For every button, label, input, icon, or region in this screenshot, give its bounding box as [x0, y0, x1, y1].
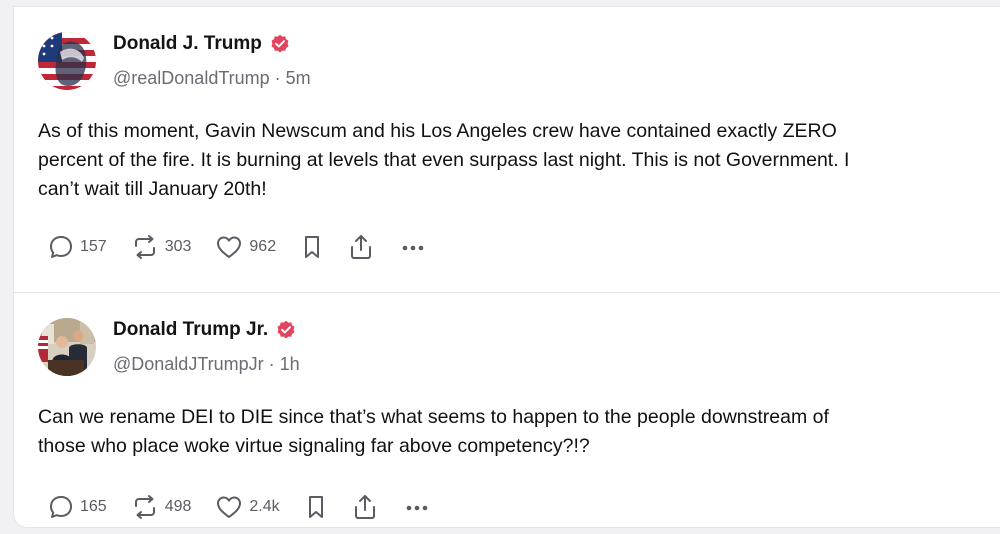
post-text-line: Can we rename DEI to DIE since that’s wh… — [38, 406, 829, 428]
more-icon — [402, 245, 424, 251]
share-icon — [354, 495, 375, 519]
separator-dot: · — [263, 354, 280, 374]
repost-button[interactable]: 498 — [131, 494, 192, 520]
like-count: 2.4k — [249, 498, 280, 515]
bookmark-icon — [308, 496, 323, 518]
more-button[interactable] — [398, 234, 428, 260]
share-button[interactable] — [352, 493, 378, 521]
repost-count: 303 — [164, 238, 192, 255]
post-timestamp[interactable]: 5m — [286, 68, 311, 89]
like-button[interactable]: 2.4k — [215, 494, 280, 520]
reply-count: 157 — [80, 238, 107, 255]
reply-icon — [50, 496, 72, 518]
post-card[interactable]: Donald J. Trump @realDonaldTrump · 5m As… — [13, 6, 1000, 292]
reply-button[interactable]: 157 — [48, 234, 107, 260]
more-button[interactable] — [402, 494, 432, 520]
bookmark-button[interactable] — [300, 234, 324, 260]
avatar-photo-image — [38, 318, 96, 376]
post-text-line: those who place woke virtue signaling fa… — [38, 435, 590, 457]
verified-badge-icon — [277, 320, 295, 339]
verified-badge-icon — [271, 34, 289, 53]
bookmark-icon — [305, 236, 320, 258]
heart-icon — [217, 496, 242, 518]
avatar[interactable] — [38, 318, 96, 376]
share-button[interactable] — [348, 233, 374, 261]
post-text: Can we rename DEI to DIE since that’s wh… — [38, 403, 986, 461]
author-name[interactable]: Donald Trump Jr. — [113, 319, 268, 341]
post-actions: 165 498 2.4k — [48, 493, 456, 521]
repost-button[interactable]: 303 — [131, 234, 192, 260]
author-name[interactable]: Donald J. Trump — [113, 33, 262, 55]
post-text-line: percent of the fire. It is burning at le… — [38, 149, 850, 171]
post-text: As of this moment, Gavin Newscum and his… — [38, 117, 986, 204]
repost-icon — [134, 495, 155, 519]
reply-icon — [50, 236, 72, 258]
heart-icon — [217, 236, 242, 258]
avatar-flag-portrait-image — [38, 32, 96, 90]
post-card[interactable]: Donald Trump Jr. @DonaldJTrumpJr · 1h Ca… — [13, 292, 1000, 528]
post-actions: 157 303 962 — [48, 233, 452, 261]
share-icon — [351, 235, 372, 259]
repost-icon — [134, 235, 155, 259]
post-timestamp[interactable]: 1h — [280, 354, 300, 375]
avatar[interactable] — [38, 32, 96, 90]
reply-count: 165 — [80, 498, 107, 515]
post-text-line: As of this moment, Gavin Newscum and his… — [38, 120, 837, 142]
post-text-line: can’t wait till January 20th! — [38, 178, 267, 200]
like-button[interactable]: 962 — [215, 234, 276, 260]
bookmark-button[interactable] — [304, 494, 328, 520]
reply-button[interactable]: 165 — [48, 494, 107, 520]
like-count: 962 — [249, 238, 277, 255]
separator-dot: · — [269, 68, 286, 88]
author-handle[interactable]: @realDonaldTrump — [113, 68, 270, 89]
repost-count: 498 — [164, 498, 192, 515]
more-icon — [406, 505, 427, 511]
author-handle[interactable]: @DonaldJTrumpJr — [113, 354, 264, 375]
